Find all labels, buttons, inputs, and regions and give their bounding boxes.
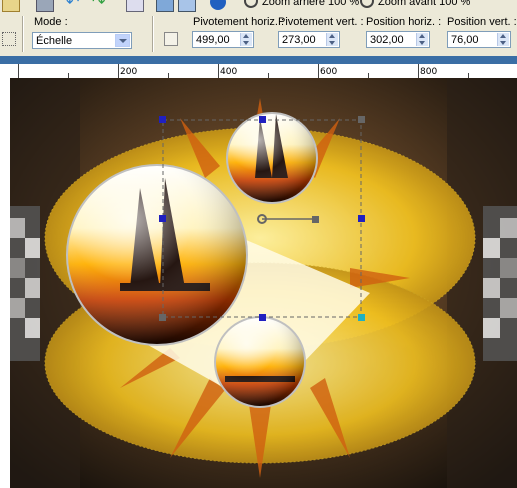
right-checker <box>483 206 517 361</box>
handle-top-mid[interactable] <box>259 116 266 123</box>
rotation-handle[interactable] <box>312 216 319 223</box>
pivot-v-value: 273,00 <box>282 34 316 46</box>
top-sphere <box>226 112 318 204</box>
handle-mid-right[interactable] <box>358 215 365 222</box>
layer-icon[interactable] <box>156 0 174 12</box>
print-icon[interactable] <box>36 0 54 12</box>
zoom-out-icon[interactable] <box>244 0 258 8</box>
zoom-in-icon[interactable] <box>360 0 374 8</box>
zoom-in-label[interactable]: Zoom avant 100 % <box>378 0 470 8</box>
pivot-h-value: 499,00 <box>196 34 230 46</box>
deform-tool-icon[interactable] <box>2 32 16 46</box>
pos-v-label: Position vert. : <box>447 16 517 28</box>
ruler-mark: 400 <box>220 67 238 77</box>
pivot-h-stepper[interactable] <box>240 33 252 46</box>
window-title-strip <box>0 56 517 64</box>
pos-v-input[interactable]: 76,00 <box>447 31 511 48</box>
handle-bottom-left[interactable] <box>159 314 166 321</box>
copy-icon[interactable] <box>126 0 144 12</box>
large-sphere <box>66 164 248 346</box>
left-checker <box>10 206 40 361</box>
mode-select[interactable]: Échelle <box>32 32 132 49</box>
layer2-icon[interactable] <box>178 0 196 12</box>
bottom-sphere <box>214 316 306 408</box>
chevron-down-icon[interactable] <box>115 34 130 47</box>
pivot-v-input[interactable]: 273,00 <box>278 31 340 48</box>
info-icon[interactable] <box>210 0 226 10</box>
pivot-h-input[interactable]: 499,00 <box>192 31 254 48</box>
redo-icon[interactable]: ↷ <box>92 0 108 11</box>
ruler-mark: 800 <box>420 67 438 77</box>
pivot-h-label: Pivotement horiz. : <box>193 16 285 28</box>
handle-top-left[interactable] <box>159 116 166 123</box>
pos-h-value: 302,00 <box>370 34 404 46</box>
pos-h-input[interactable]: 302,00 <box>366 31 430 48</box>
app-icon[interactable] <box>2 0 20 12</box>
separator <box>22 16 24 52</box>
pivot-icon[interactable] <box>164 32 178 46</box>
mode-value: Échelle <box>36 35 73 47</box>
handle-bottom-right[interactable] <box>358 314 365 321</box>
pos-h-stepper[interactable] <box>416 33 428 46</box>
tool-options-bar: Mode : Échelle Pivotement horiz. : 499,0… <box>0 12 517 57</box>
horizontal-ruler: 200 400 600 800 <box>0 64 517 79</box>
zoom-out-label[interactable]: Zoom arrière 100 % <box>262 0 359 8</box>
pivot-v-label: Pivotement vert. : <box>278 16 364 28</box>
pos-h-label: Position horiz. : <box>366 16 442 28</box>
artwork <box>10 78 517 488</box>
handle-top-right[interactable] <box>358 116 365 123</box>
undo-icon[interactable]: ↶ <box>66 0 82 11</box>
pos-v-value: 76,00 <box>451 34 479 46</box>
pivot-v-stepper[interactable] <box>326 33 338 46</box>
top-toolbar: ↶ ↷ Zoom arrière 100 % Zoom avant 100 % <box>0 0 517 12</box>
ruler-mark: 200 <box>120 67 138 77</box>
handle-bottom-mid[interactable] <box>259 314 266 321</box>
ruler-mark: 600 <box>320 67 338 77</box>
image-canvas[interactable] <box>10 78 517 488</box>
handle-mid-left[interactable] <box>159 215 166 222</box>
separator <box>152 16 154 52</box>
pos-v-stepper[interactable] <box>497 33 509 46</box>
mode-label: Mode : <box>34 16 68 28</box>
